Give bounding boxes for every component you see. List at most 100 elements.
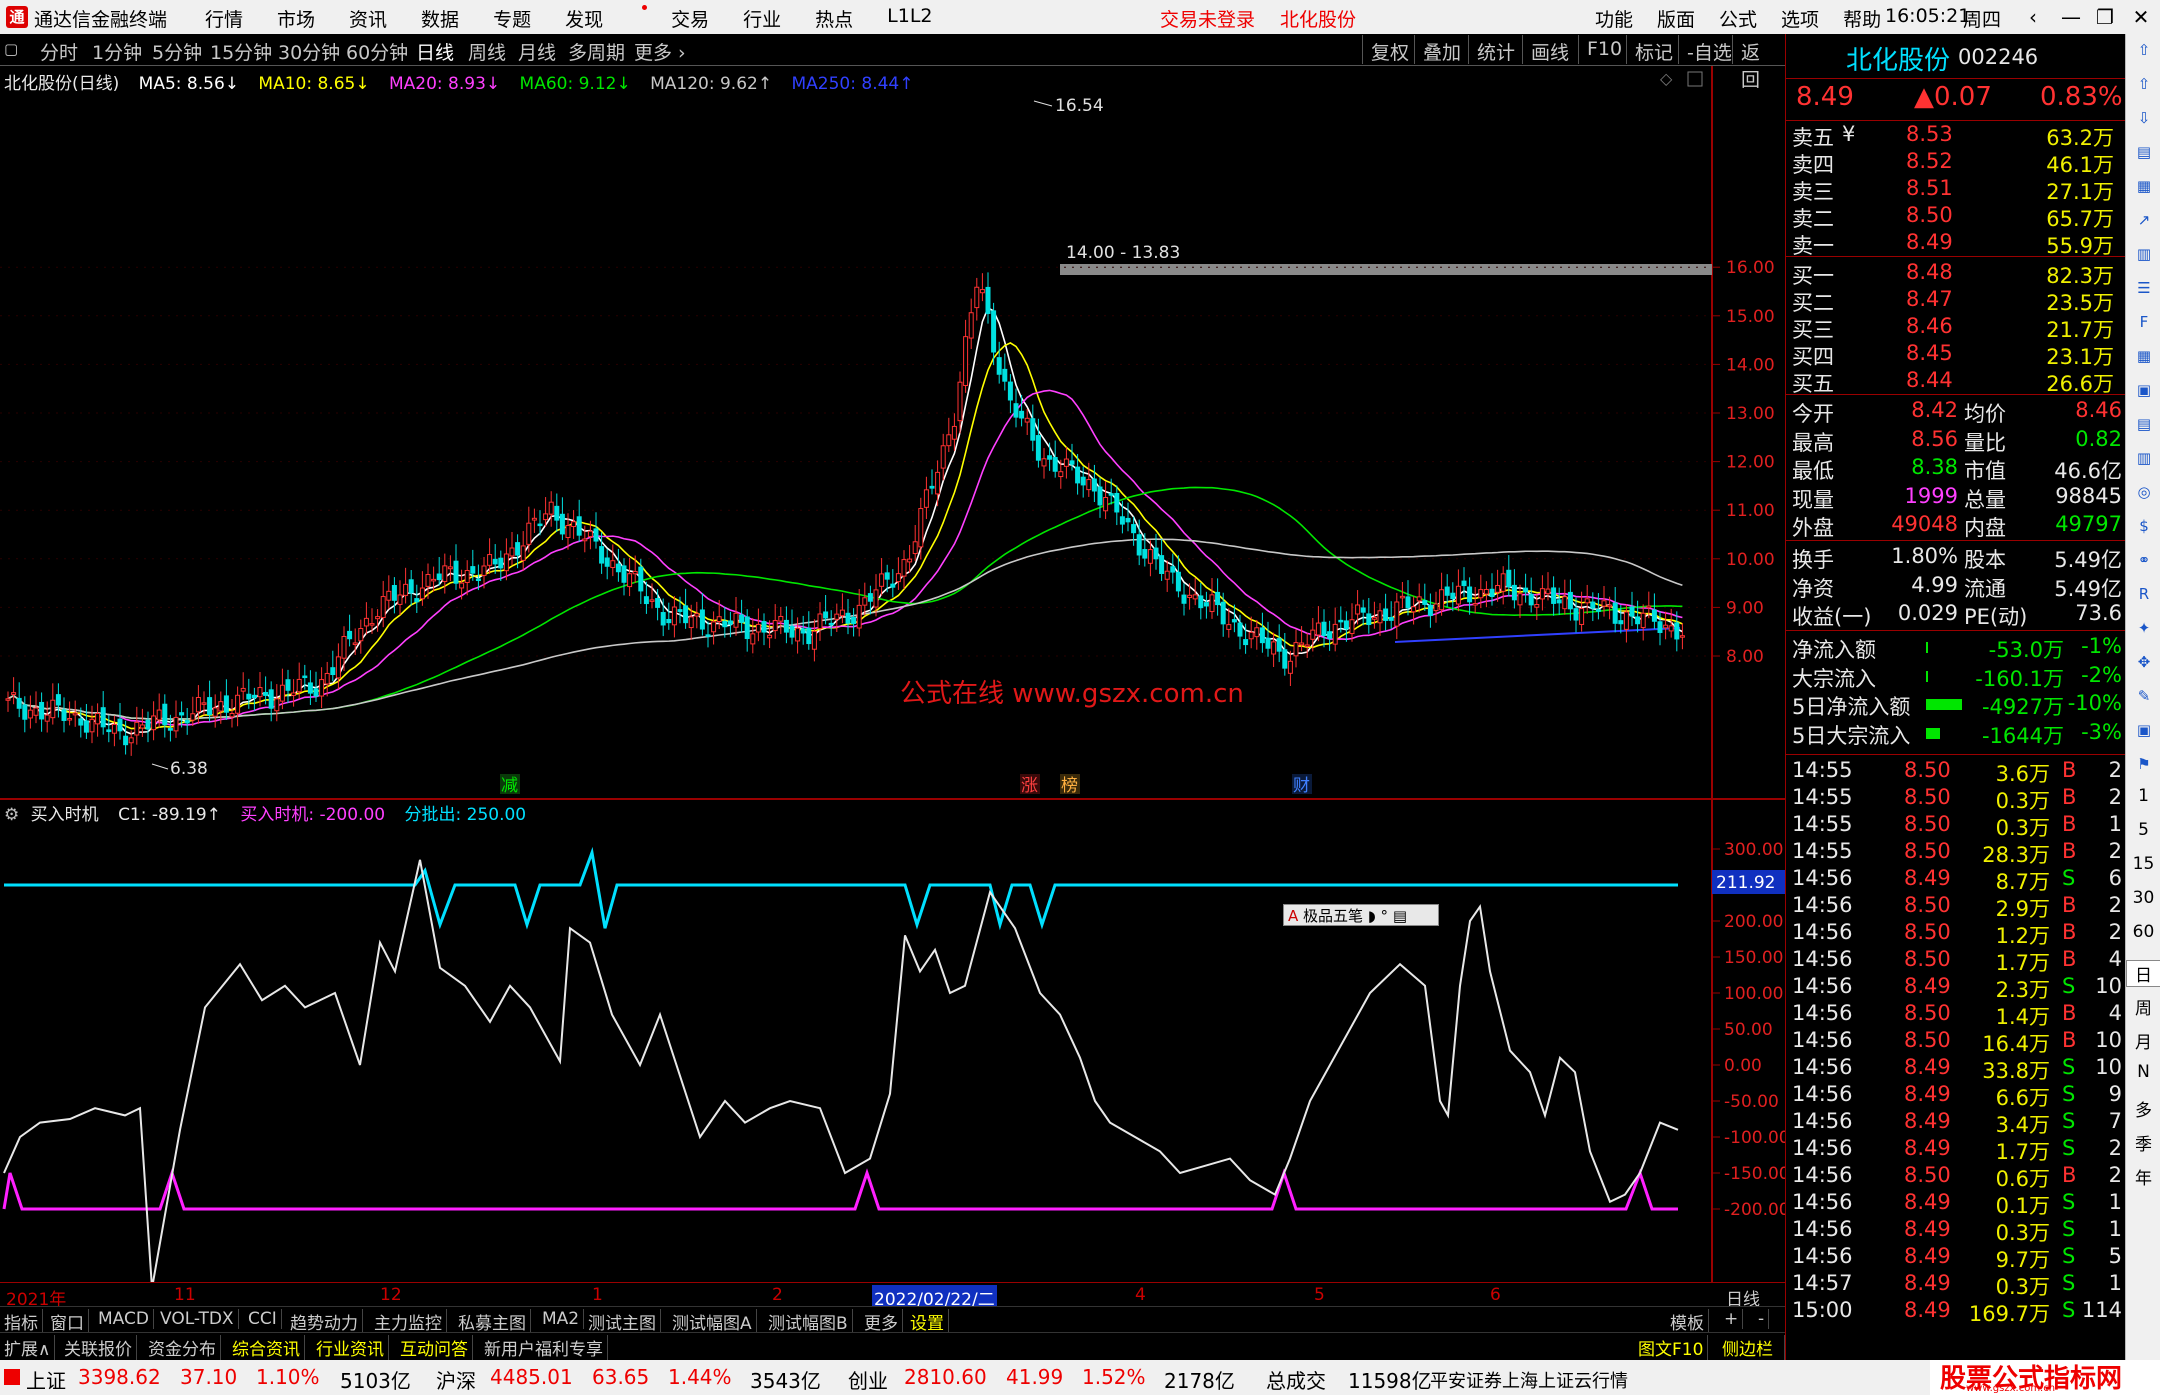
ime-toolbar[interactable]: A 极品五笔 ◗ ° ▤ (1283, 904, 1439, 926)
period-30[interactable]: 30 (2126, 888, 2160, 908)
tab-new-user[interactable]: 新用户福利专享 (480, 1335, 608, 1360)
remove-favorite-button[interactable]: -自选 (1678, 35, 1740, 64)
tab-general-news[interactable]: 综合资讯 (228, 1335, 305, 1360)
flag-icon[interactable]: ⚑ (2132, 752, 2156, 776)
template-button[interactable]: 模板 (1666, 1309, 1709, 1334)
period-tab[interactable]: 5分钟 (152, 38, 202, 65)
tab-more[interactable]: 更多 (860, 1309, 903, 1334)
tab-test-a[interactable]: 测试幅图A (668, 1309, 757, 1334)
search-icon[interactable]: ◎ (2132, 480, 2156, 504)
ime-a-icon[interactable]: A (1288, 907, 1298, 925)
tab-test-b[interactable]: 测试幅图B (764, 1309, 853, 1334)
menu-function[interactable]: 功能 (1595, 5, 1633, 32)
menu-item[interactable]: 市场 (277, 5, 315, 32)
link-icon[interactable]: ⚭ (2132, 548, 2156, 572)
tab-related-quotes[interactable]: 关联报价 (60, 1335, 137, 1360)
close-icon[interactable]: ✕ (2126, 3, 2156, 31)
list-icon[interactable]: ☰ (2132, 276, 2156, 300)
period-month[interactable]: 月 (2126, 1028, 2160, 1053)
overlay-button[interactable]: 叠加 (1414, 35, 1469, 64)
period-tab[interactable]: 周线 (468, 38, 506, 65)
index-name[interactable]: 上证 (26, 1365, 66, 1394)
dot-icon[interactable]: ° (1381, 907, 1389, 925)
index-name[interactable]: 创业 (848, 1365, 888, 1394)
tab-trend-power[interactable]: 趋势动力 (286, 1309, 363, 1334)
period-tab[interactable]: 60分钟 (346, 38, 408, 65)
tab-vol-tdx[interactable]: VOL-TDX (156, 1309, 239, 1329)
pen-icon[interactable]: ✎ (2132, 684, 2156, 708)
menu-item[interactable]: 资讯 (349, 5, 387, 32)
moon-icon[interactable]: ◗ (1368, 907, 1376, 925)
period-60[interactable]: 60 (2126, 922, 2160, 942)
tab-fund-distribution[interactable]: 资金分布 (144, 1335, 221, 1360)
minimize-icon[interactable]: — (2056, 3, 2086, 31)
menu-item[interactable]: 专题 (493, 5, 531, 32)
tab-macd[interactable]: MACD (94, 1309, 154, 1329)
period-tab-selected[interactable]: 日线 (416, 38, 454, 65)
keyboard-icon[interactable]: ▤ (1393, 907, 1407, 925)
period-5[interactable]: 5 (2126, 820, 2160, 840)
rsi-icon[interactable]: R (2132, 582, 2156, 606)
period-tab[interactable]: 30分钟 (278, 38, 340, 65)
menu-item[interactable]: 热点 (815, 5, 853, 32)
trend-icon[interactable]: ↗ (2132, 208, 2156, 232)
period-tab[interactable]: 分时 (40, 38, 78, 65)
tab-expand[interactable]: 扩展∧ (0, 1335, 56, 1360)
kline-icon[interactable]: ▥ (2132, 242, 2156, 266)
news-icon[interactable]: ▤ (2132, 140, 2156, 164)
period-multi[interactable]: 多 (2126, 1096, 2160, 1121)
tab-cci[interactable]: CCI (244, 1309, 282, 1329)
page-up-icon[interactable]: ⇧ (2132, 72, 2156, 96)
indicator-chart[interactable]: ⚙ 买入时机 C1: -89.19↑ 买入时机: -200.00 分批出: 25… (0, 800, 1785, 1282)
period-1[interactable]: 1 (2126, 786, 2160, 806)
login-status[interactable]: 交易未登录 (1160, 5, 1255, 32)
remove-button[interactable]: - (1754, 1309, 1770, 1329)
mark-button[interactable]: 标记 (1626, 35, 1681, 64)
page-down-icon[interactable]: ⇩ (2132, 106, 2156, 130)
fs-icon[interactable]: ▣ (2132, 718, 2156, 742)
menu-item[interactable]: 行业 (743, 5, 781, 32)
back-icon[interactable]: ‹ (2018, 3, 2048, 31)
move-icon[interactable]: ✥ (2132, 650, 2156, 674)
tab-main-monitor[interactable]: 主力监控 (370, 1309, 447, 1334)
expand-icon[interactable]: ▢ (4, 40, 18, 58)
up-arrow-icon[interactable]: ⇧ (2132, 38, 2156, 62)
f10-icon[interactable]: F (2132, 310, 2156, 334)
menu-item[interactable]: 交易 (671, 5, 709, 32)
stats-button[interactable]: 统计 (1468, 35, 1523, 64)
kline-chart[interactable]: 北化股份(日线) MA5: 8.56↓ MA10: 8.65↓ MA20: 8.… (0, 66, 1785, 800)
period-15[interactable]: 15 (2126, 854, 2160, 874)
return-button[interactable]: 返回 (1732, 35, 1785, 91)
calendar-icon[interactable]: ▣ (2132, 378, 2156, 402)
add-button[interactable]: + (1720, 1309, 1744, 1329)
period-day[interactable]: 日 (2126, 960, 2160, 987)
f10-button[interactable]: F10 (1578, 35, 1630, 64)
doc-icon[interactable]: ▤ (2132, 412, 2156, 436)
menu-item[interactable]: 行情 (205, 5, 243, 32)
period-tab-more[interactable]: 更多 › (634, 38, 686, 65)
money-icon[interactable]: $ (2132, 514, 2156, 538)
draw-button[interactable]: 画线 (1522, 35, 1577, 64)
tab-test-main[interactable]: 测试主图 (584, 1309, 661, 1334)
adjust-button[interactable]: 复权 (1362, 35, 1417, 64)
period-tab[interactable]: 15分钟 (210, 38, 272, 65)
restore-icon[interactable]: ❐ (2090, 3, 2120, 31)
tab-industry-news[interactable]: 行业资讯 (312, 1335, 389, 1360)
tab-window[interactable]: 窗口 (46, 1309, 89, 1334)
period-tab[interactable]: 1分钟 (92, 38, 142, 65)
menu-layout[interactable]: 版面 (1657, 5, 1695, 32)
tab-qa[interactable]: 互动问答 (396, 1335, 473, 1360)
period-n[interactable]: N (2126, 1062, 2160, 1082)
period-tab[interactable]: 多周期 (568, 38, 625, 65)
table-icon[interactable]: ▦ (2132, 344, 2156, 368)
tab-ma2[interactable]: MA2 (538, 1309, 585, 1329)
period-week[interactable]: 周 (2126, 994, 2160, 1019)
period-quarter[interactable]: 季 (2126, 1130, 2160, 1155)
tab-settings[interactable]: 设置 (906, 1309, 949, 1334)
menu-formula[interactable]: 公式 (1719, 5, 1757, 32)
tab-private-main[interactable]: 私募主图 (454, 1309, 531, 1334)
menu-options[interactable]: 选项 (1781, 5, 1819, 32)
star-icon[interactable]: ✦ (2132, 616, 2156, 640)
tab-indicator[interactable]: 指标 (0, 1309, 43, 1334)
menu-item[interactable]: 发现 (565, 5, 648, 32)
